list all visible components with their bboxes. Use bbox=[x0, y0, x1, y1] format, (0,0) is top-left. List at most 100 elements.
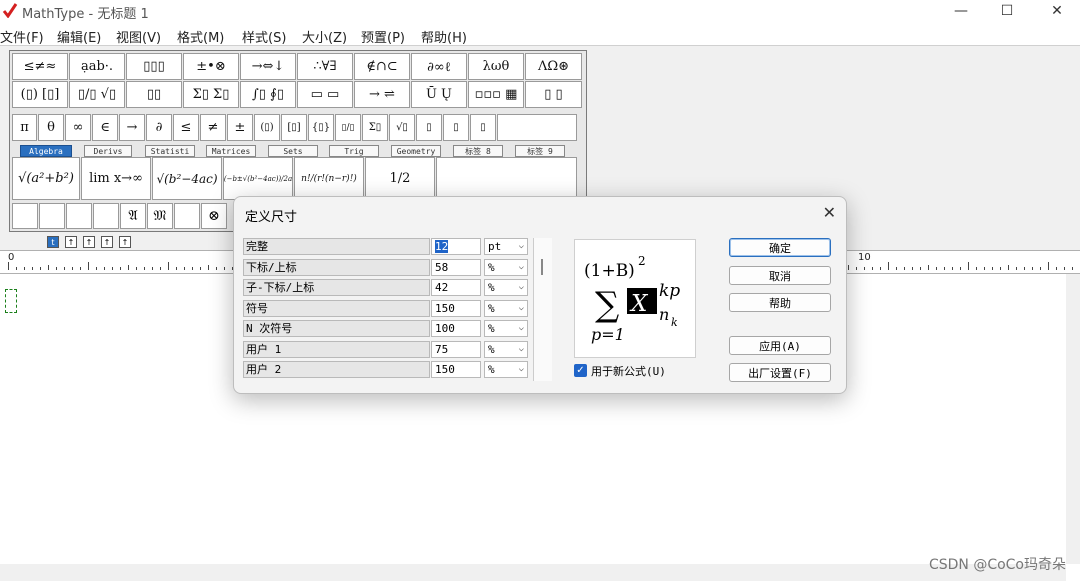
unit-select-symbol[interactable]: % ⌵ bbox=[484, 300, 528, 317]
tab-algebra[interactable]: Algebra bbox=[20, 145, 72, 157]
dialog-scroll-thumb[interactable] bbox=[541, 259, 543, 275]
user-slot-4[interactable] bbox=[93, 203, 119, 229]
use-for-new-equations-checkbox[interactable]: ✓ bbox=[574, 364, 587, 377]
tab-trig[interactable]: Trig bbox=[329, 145, 379, 157]
symbol-partial-button[interactable]: ∂ bbox=[146, 114, 172, 141]
menu-preferences[interactable]: 预置(P) bbox=[361, 27, 405, 46]
user-slot-1[interactable] bbox=[12, 203, 38, 229]
palette-fences-button[interactable]: (▯) [▯] bbox=[12, 81, 68, 108]
tab-nav-button-2[interactable]: ↑ bbox=[65, 236, 77, 248]
palette-sets-button[interactable]: ∉∩⊂ bbox=[354, 53, 410, 80]
palette-bars-button[interactable]: ▭ ▭ bbox=[297, 81, 353, 108]
template-sum-button[interactable]: Σ▯ bbox=[362, 114, 388, 141]
template-brackets-button[interactable]: [▯] bbox=[281, 114, 307, 141]
symbol-theta-button[interactable]: θ bbox=[38, 114, 64, 141]
tab-nav-button-5[interactable]: ↑ bbox=[119, 236, 131, 248]
template-braces-button[interactable]: {▯} bbox=[308, 114, 334, 141]
unit-select-user-2[interactable]: % ⌵ bbox=[484, 361, 528, 378]
symbol-otimes-button[interactable]: ⊗ bbox=[201, 203, 227, 229]
maximize-button[interactable]: ☐ bbox=[984, 0, 1030, 22]
unit-select-full[interactable]: pt ⌵ bbox=[484, 238, 528, 255]
menu-format[interactable]: 格式(M) bbox=[177, 27, 224, 46]
size-input-subscript[interactable]: 58 bbox=[431, 259, 481, 276]
palette-products-button[interactable]: Ū Ų bbox=[411, 81, 467, 108]
size-input-user-1[interactable]: 75 bbox=[431, 341, 481, 358]
size-input-full[interactable]: 12 bbox=[431, 238, 481, 255]
size-input-user-2[interactable]: 150 bbox=[431, 361, 481, 378]
minimize-button[interactable]: — bbox=[938, 0, 984, 22]
palette-spaces-button[interactable]: ạab·. bbox=[69, 53, 125, 80]
template-subsup-button[interactable]: ▯ bbox=[470, 114, 496, 141]
symbol-leq-button[interactable]: ≤ bbox=[173, 114, 199, 141]
menu-view[interactable]: 视图(V) bbox=[116, 27, 161, 46]
tab-derivs[interactable]: Derivs bbox=[84, 145, 132, 157]
cancel-button[interactable]: 取消 bbox=[729, 266, 831, 285]
insertion-slot[interactable] bbox=[5, 289, 17, 313]
symbol-neq-button[interactable]: ≠ bbox=[200, 114, 226, 141]
vertical-scrollbar[interactable] bbox=[1066, 274, 1080, 564]
unit-select-sub-symbol[interactable]: % ⌵ bbox=[484, 320, 528, 337]
unit-select-sub-subscript[interactable]: % ⌵ bbox=[484, 279, 528, 296]
palette-sums-button[interactable]: Σ▯ Σ▯ bbox=[183, 81, 239, 108]
template-empty-slot[interactable] bbox=[436, 157, 577, 200]
menu-style[interactable]: 样式(S) bbox=[242, 27, 286, 46]
user-slot-5[interactable] bbox=[174, 203, 200, 229]
palette-logic-button[interactable]: ∴∀∃ bbox=[297, 53, 353, 80]
template-quadratic[interactable]: (−b±√(b²−4ac))/2a bbox=[223, 157, 293, 200]
menu-file[interactable]: 文件(F) bbox=[0, 27, 44, 46]
dialog-close-icon[interactable]: ✕ bbox=[823, 203, 836, 222]
template-pythagoras[interactable]: √(a²+b²) bbox=[12, 157, 80, 200]
symbol-pi-button[interactable]: π bbox=[12, 114, 37, 141]
palette-misc-button[interactable]: ∂∞ℓ bbox=[411, 53, 467, 80]
tab-sets[interactable]: Sets bbox=[268, 145, 318, 157]
palette-matrices-button[interactable]: ▫▫▫ ▦ bbox=[468, 81, 524, 108]
user-slot-3[interactable] bbox=[66, 203, 92, 229]
user-slot-2[interactable] bbox=[39, 203, 65, 229]
template-subscript-button[interactable]: ▯ bbox=[443, 114, 469, 141]
palette-greek-lower-button[interactable]: λωθ bbox=[468, 53, 524, 80]
palette-fractions-button[interactable]: ▯/▯ √▯ bbox=[69, 81, 125, 108]
horizontal-scrollbar[interactable] bbox=[0, 564, 1066, 581]
size-input-symbol[interactable]: 150 bbox=[431, 300, 481, 317]
size-input-sub-subscript[interactable]: 42 bbox=[431, 279, 481, 296]
template-superscript-button[interactable]: ▯ bbox=[416, 114, 442, 141]
tab-nav-button-4[interactable]: ↑ bbox=[101, 236, 113, 248]
empty-slot[interactable] bbox=[497, 114, 577, 141]
menu-size[interactable]: 大小(Z) bbox=[302, 27, 347, 46]
tab-statistics[interactable]: Statisti bbox=[145, 145, 195, 157]
template-discriminant[interactable]: √(b²−4ac) bbox=[152, 157, 222, 200]
palette-greek-upper-button[interactable]: ΛΩ⊛ bbox=[525, 53, 582, 80]
menu-help[interactable]: 帮助(H) bbox=[421, 27, 467, 46]
symbol-element-of-button[interactable]: ∈ bbox=[92, 114, 118, 141]
symbol-fraktur-a-button[interactable]: 𝔄 bbox=[120, 203, 146, 229]
tab-nav-button-3[interactable]: ↑ bbox=[83, 236, 95, 248]
tab-matrices[interactable]: Matrices bbox=[206, 145, 256, 157]
symbol-arrow-button[interactable]: → bbox=[119, 114, 145, 141]
tab-label-8[interactable]: 标签 8 bbox=[453, 145, 503, 157]
symbol-plusminus-button[interactable]: ± bbox=[227, 114, 253, 141]
symbol-fraktur-m-button[interactable]: 𝔐 bbox=[147, 203, 173, 229]
palette-labeled-arrows-button[interactable]: → ⇌ bbox=[354, 81, 410, 108]
apply-button[interactable]: 应用(A) bbox=[729, 336, 831, 355]
tab-nav-button-1[interactable]: t bbox=[47, 236, 59, 248]
menu-edit[interactable]: 编辑(E) bbox=[57, 27, 101, 46]
palette-arrows-button[interactable]: →⇔↓ bbox=[240, 53, 296, 80]
template-sqrt-button[interactable]: √▯ bbox=[389, 114, 415, 141]
unit-select-user-1[interactable]: % ⌵ bbox=[484, 341, 528, 358]
unit-select-subscript[interactable]: % ⌵ bbox=[484, 259, 528, 276]
help-button[interactable]: 帮助 bbox=[729, 293, 831, 312]
palette-integrals-button[interactable]: ∫▯ ∮▯ bbox=[240, 81, 296, 108]
palette-scripts-button[interactable]: ▯▯ bbox=[126, 81, 182, 108]
tab-geometry[interactable]: Geometry bbox=[391, 145, 441, 157]
template-binomial[interactable]: n!/(r!(n−r)!) bbox=[294, 157, 364, 200]
tab-label-9[interactable]: 标签 9 bbox=[515, 145, 565, 157]
close-window-button[interactable]: ✕ bbox=[1034, 0, 1080, 22]
symbol-infinity-button[interactable]: ∞ bbox=[65, 114, 91, 141]
palette-relations-button[interactable]: ≤≠≈ bbox=[12, 53, 68, 80]
template-limit[interactable]: lim x→∞ bbox=[81, 157, 151, 200]
template-half[interactable]: 1/2 bbox=[365, 157, 435, 200]
palette-operators-button[interactable]: ±•⊗ bbox=[183, 53, 239, 80]
ok-button[interactable]: 确定 bbox=[729, 238, 831, 257]
template-fraction-button[interactable]: ▯/▯ bbox=[335, 114, 361, 141]
size-input-sub-symbol[interactable]: 100 bbox=[431, 320, 481, 337]
